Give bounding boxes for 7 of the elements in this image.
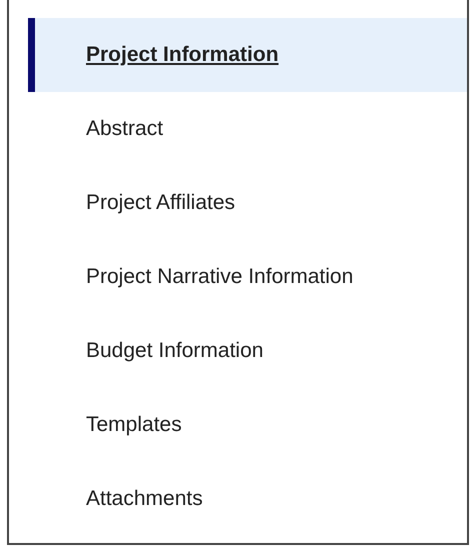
- nav-item[interactable]: Budget Information: [28, 314, 467, 388]
- nav-item[interactable]: Project Narrative Information: [28, 240, 467, 314]
- nav-item[interactable]: Project Information: [28, 18, 467, 92]
- nav-item[interactable]: Attachments: [28, 462, 467, 536]
- nav-item[interactable]: Templates: [28, 388, 467, 462]
- nav-item[interactable]: Abstract: [28, 92, 467, 166]
- nav-item[interactable]: Project Affiliates: [28, 166, 467, 240]
